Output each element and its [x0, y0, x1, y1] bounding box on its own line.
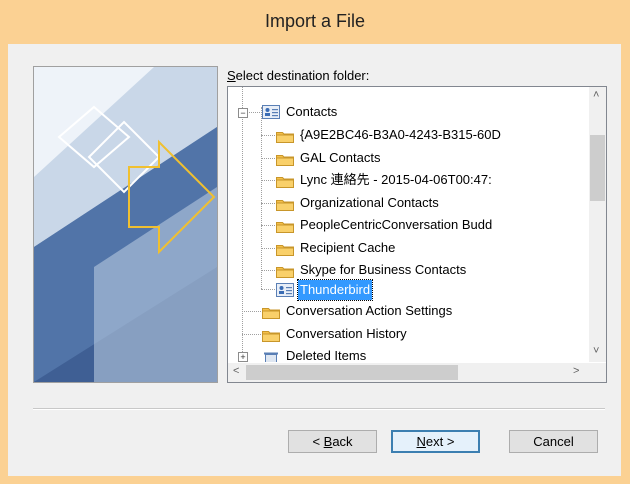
vertical-scroll-thumb[interactable] [590, 135, 605, 201]
button-separator [33, 408, 605, 410]
tree-item-label: PeopleCentricConversation Budd [300, 217, 493, 232]
vertical-scrollbar[interactable]: ˄ ˅ [589, 87, 606, 362]
destination-label-rest: elect destination folder: [235, 68, 370, 83]
tree-line [261, 135, 275, 136]
tree-item-label: Thunderbird [296, 279, 374, 301]
tree-viewport: − Contacts {A9E2BC46-B3A0-4243-B315-60D … [228, 87, 588, 362]
dialog-client-area: Select destination folder: − Contacts {A… [8, 44, 621, 476]
tree-item-label: Lync 連絡先 - 2015-04-06T00:47: [300, 172, 492, 187]
tree-line [261, 225, 275, 226]
next-accel: N [416, 434, 426, 449]
tree-line [261, 270, 275, 271]
scroll-right-arrow-icon[interactable]: > [573, 365, 579, 377]
folder-icon [276, 219, 294, 233]
next-button[interactable]: Next > [391, 430, 480, 453]
cancel-button[interactable]: Cancel [509, 430, 598, 453]
tree-item-label: Contacts [286, 104, 338, 119]
scroll-up-arrow-icon[interactable]: ˄ [593, 89, 599, 101]
back-rest: ack [332, 434, 353, 449]
next-rest: ext > [425, 434, 455, 449]
folder-icon [262, 328, 280, 342]
tree-line [261, 203, 275, 204]
tree-line [242, 334, 261, 335]
tree-line [242, 87, 243, 362]
tree-item-label: Recipient Cache [300, 240, 396, 255]
folder-icon [262, 305, 280, 319]
horizontal-scroll-thumb[interactable] [246, 365, 458, 380]
tree-item-deleted-items[interactable]: Deleted Items [262, 346, 368, 362]
tree-item-contacts[interactable]: Contacts [262, 102, 339, 122]
tree-item-organizational-contacts[interactable]: Organizational Contacts [276, 193, 441, 213]
folder-icon [276, 197, 294, 211]
scroll-left-arrow-icon[interactable]: < [233, 365, 239, 377]
tree-item-gal-contacts[interactable]: GAL Contacts [276, 148, 382, 168]
scroll-down-arrow-icon[interactable]: ˅ [593, 345, 599, 357]
tree-item-label: Conversation History [286, 326, 407, 341]
tree-item-peoplecentric[interactable]: PeopleCentricConversation Budd [276, 215, 494, 235]
tree-line [261, 158, 275, 159]
back-prefix: < [312, 434, 324, 449]
scrollbar-corner [589, 363, 606, 382]
tree-item-label: Organizational Contacts [300, 195, 439, 210]
folder-icon [276, 264, 294, 278]
destination-folder-label: Select destination folder: [227, 68, 369, 83]
tree-line [242, 311, 261, 312]
destination-folder-tree[interactable]: − Contacts {A9E2BC46-B3A0-4243-B315-60D … [227, 86, 607, 383]
tree-item-label: Conversation Action Settings [286, 303, 453, 318]
folder-icon [276, 242, 294, 256]
folder-icon [276, 129, 294, 143]
expand-toggle[interactable]: + [238, 352, 248, 362]
tree-item-skype-contacts[interactable]: Skype for Business Contacts [276, 260, 468, 280]
tree-line [261, 289, 275, 290]
destination-label-accel: S [227, 68, 236, 83]
tree-line [261, 180, 275, 181]
tree-item-label: {A9E2BC46-B3A0-4243-B315-60D [300, 127, 501, 142]
tree-line [261, 248, 275, 249]
window-title: Import a File [264, 11, 366, 31]
contact-card-icon [276, 283, 294, 297]
tree-item-label: Skype for Business Contacts [300, 262, 467, 277]
contact-card-icon [262, 105, 280, 119]
title-bar: Import a File [0, 0, 630, 44]
trash-icon [262, 350, 280, 362]
folder-icon [276, 174, 294, 188]
tree-item-recipient-cache[interactable]: Recipient Cache [276, 238, 397, 258]
tree-item-label: Deleted Items [286, 348, 367, 362]
collapse-toggle[interactable]: − [238, 108, 248, 118]
back-button[interactable]: < Back [288, 430, 377, 453]
tree-item-thunderbird[interactable]: Thunderbird [276, 279, 374, 301]
folder-icon [276, 152, 294, 166]
tree-item-conversation-action-settings[interactable]: Conversation Action Settings [262, 301, 454, 321]
wizard-arrow-graphic [33, 66, 218, 383]
tree-item-label: GAL Contacts [300, 150, 381, 165]
horizontal-scrollbar[interactable]: < > [228, 363, 589, 382]
tree-item-lync-contacts[interactable]: Lync 連絡先 - 2015-04-06T00:47: [276, 170, 494, 190]
tree-item-conversation-history[interactable]: Conversation History [262, 324, 409, 344]
tree-item-guid-folder[interactable]: {A9E2BC46-B3A0-4243-B315-60D [276, 125, 503, 145]
